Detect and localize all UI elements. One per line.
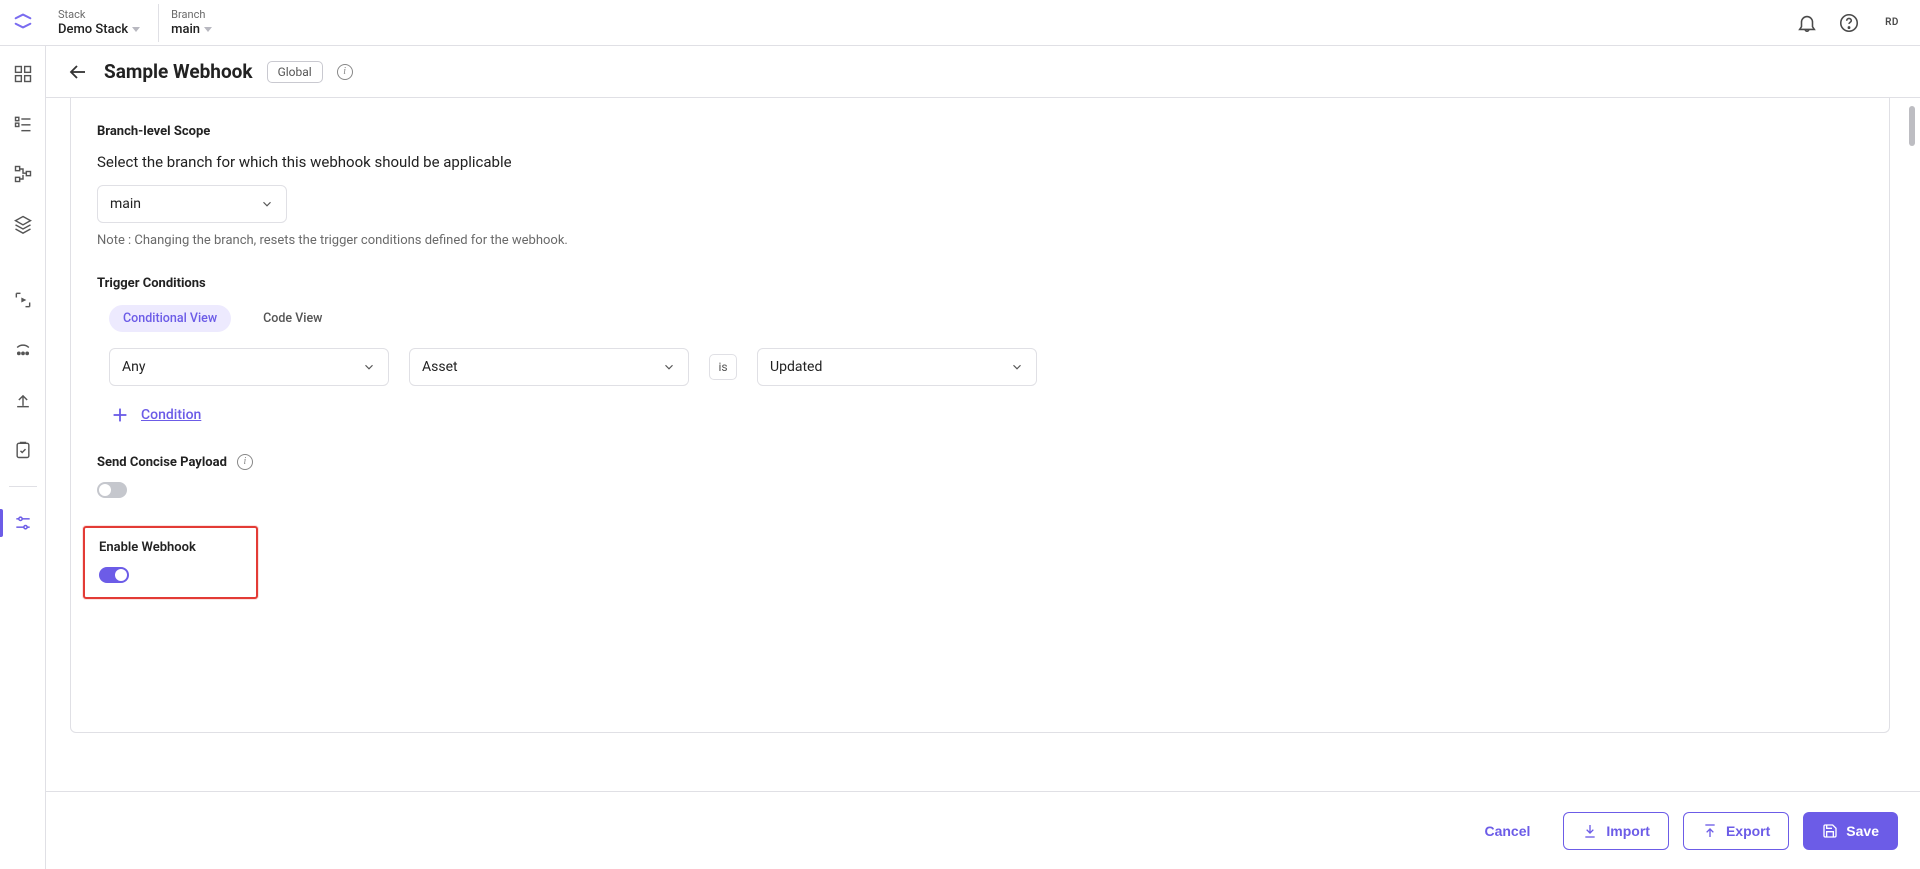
page: Sample Webhook Global i Branch-level Sco… <box>46 46 1920 869</box>
nav-releases[interactable] <box>0 284 46 316</box>
top-bar: Stack Demo Stack Branch main RD <box>0 0 1920 46</box>
toggle-knob <box>99 484 111 496</box>
plus-icon <box>109 404 131 426</box>
content-scroll-area: Branch-level Scope Select the branch for… <box>46 98 1920 791</box>
toggle-knob <box>115 569 127 581</box>
branch-scope-description: Select the branch for which this webhook… <box>97 153 1863 171</box>
export-icon <box>1702 823 1718 839</box>
condition-action-select[interactable]: Updated <box>757 348 1037 386</box>
bell-icon <box>1796 12 1818 34</box>
help-button[interactable] <box>1838 12 1860 34</box>
condition-action-value: Updated <box>770 359 822 375</box>
trigger-view-tabs: Conditional View Code View <box>109 305 1863 332</box>
condition-row: Any Asset is Updated <box>109 348 1863 386</box>
branch-scope-section: Branch-level Scope Select the branch for… <box>97 124 1863 248</box>
breadcrumb: Stack Demo Stack Branch main <box>46 4 230 42</box>
form-panel: Branch-level Scope Select the branch for… <box>70 98 1890 733</box>
nav-divider <box>9 486 37 487</box>
concise-payload-title: Send Concise Payload <box>97 455 227 470</box>
page-title: Sample Webhook <box>104 60 253 83</box>
condition-entity-select[interactable]: Asset <box>409 348 689 386</box>
export-label: Export <box>1726 823 1770 839</box>
enable-webhook-highlight: Enable Webhook <box>83 526 258 599</box>
cancel-label: Cancel <box>1484 823 1530 839</box>
concise-payload-toggle[interactable] <box>97 482 127 498</box>
info-icon[interactable]: i <box>337 64 353 80</box>
notifications-button[interactable] <box>1796 12 1818 34</box>
nav-publish-queue[interactable] <box>0 334 46 366</box>
user-avatar[interactable]: RD <box>1880 11 1904 35</box>
stack-value: Demo Stack <box>58 22 128 38</box>
scope-badge: Global <box>267 61 323 83</box>
nav-settings[interactable] <box>0 507 46 539</box>
enable-webhook-toggle[interactable] <box>99 567 129 583</box>
branch-label: Branch <box>171 8 212 22</box>
condition-entity-value: Asset <box>422 359 458 375</box>
tab-conditional-view[interactable]: Conditional View <box>109 305 231 332</box>
upload-icon <box>13 390 33 410</box>
nav-dashboard[interactable] <box>0 58 46 90</box>
import-icon <box>1582 823 1598 839</box>
condition-scope-select[interactable]: Any <box>109 348 389 386</box>
chevron-down-icon <box>1010 360 1024 374</box>
branch-value: main <box>171 22 200 38</box>
stack-selector[interactable]: Stack Demo Stack <box>46 4 159 42</box>
save-icon <box>1822 823 1838 839</box>
brand-icon <box>12 10 34 36</box>
nav-tasks[interactable] <box>0 434 46 466</box>
scrollbar-thumb[interactable] <box>1909 106 1915 146</box>
expand-icon <box>13 290 33 310</box>
branch-scope-select[interactable]: main <box>97 185 287 223</box>
nav-assets[interactable] <box>0 208 46 240</box>
chevron-down-icon <box>662 360 676 374</box>
back-button[interactable] <box>66 60 90 84</box>
add-condition-button[interactable]: Condition <box>109 404 1863 426</box>
branch-scope-title: Branch-level Scope <box>97 124 1863 139</box>
save-button[interactable]: Save <box>1803 812 1898 850</box>
tree-icon <box>13 164 33 184</box>
condition-scope-value: Any <box>122 359 146 375</box>
add-condition-label: Condition <box>141 407 201 423</box>
import-button[interactable]: Import <box>1563 812 1669 850</box>
caret-down-icon <box>204 27 212 32</box>
nav-entries[interactable] <box>0 108 46 140</box>
cancel-button[interactable]: Cancel <box>1465 812 1549 850</box>
nav-upload[interactable] <box>0 384 46 416</box>
nav-content-types[interactable] <box>0 158 46 190</box>
chevron-down-icon <box>362 360 376 374</box>
sliders-icon <box>13 513 33 533</box>
left-nav-rail <box>0 46 46 869</box>
footer-actions: Cancel Import Export Save <box>46 791 1920 869</box>
dashboard-icon <box>13 64 33 84</box>
import-label: Import <box>1606 823 1650 839</box>
chevron-down-icon <box>260 197 274 211</box>
branch-scope-note: Note : Changing the branch, resets the t… <box>97 233 1863 248</box>
scrollbar[interactable] <box>1907 102 1917 787</box>
trigger-conditions-section: Trigger Conditions Conditional View Code… <box>97 276 1863 426</box>
export-button[interactable]: Export <box>1683 812 1789 850</box>
layers-icon <box>13 214 33 234</box>
info-icon[interactable]: i <box>237 454 253 470</box>
enable-webhook-title: Enable Webhook <box>99 540 196 555</box>
branch-scope-value: main <box>110 196 141 212</box>
brand-logo[interactable] <box>0 10 46 36</box>
top-actions: RD <box>1796 11 1904 35</box>
page-header: Sample Webhook Global i <box>46 46 1920 98</box>
save-label: Save <box>1846 823 1879 839</box>
branch-selector[interactable]: Branch main <box>159 4 230 42</box>
wifi-dots-icon <box>13 340 33 360</box>
stack-label: Stack <box>58 8 140 22</box>
trigger-conditions-title: Trigger Conditions <box>97 276 1863 291</box>
caret-down-icon <box>132 27 140 32</box>
list-icon <box>13 114 33 134</box>
tab-code-view[interactable]: Code View <box>249 305 336 332</box>
concise-payload-section: Send Concise Payload i <box>97 454 1863 498</box>
condition-operator: is <box>709 354 737 380</box>
help-icon <box>1838 12 1860 34</box>
clipboard-check-icon <box>13 440 33 460</box>
is-operator-pill: is <box>709 354 737 380</box>
arrow-left-icon <box>66 60 90 84</box>
